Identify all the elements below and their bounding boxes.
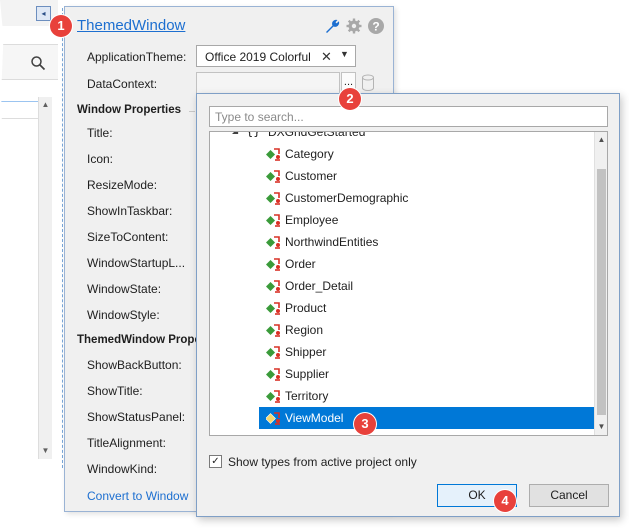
designer-search-area[interactable]	[0, 44, 58, 80]
type-label: ViewModel	[285, 411, 344, 425]
type-tree: ◢ {} DXGridGetStarted Category Customer Cu…	[209, 131, 608, 436]
tree-type-row[interactable]: CustomerDemographic	[259, 187, 595, 209]
tree-type-row[interactable]: Region	[259, 319, 595, 341]
type-label: Shipper	[285, 345, 327, 359]
help-icon[interactable]: ?	[367, 17, 385, 35]
prop-label-show-title: ShowTitle:	[87, 384, 143, 398]
class-icon	[266, 236, 280, 249]
tree-type-row[interactable]: Territory	[259, 385, 595, 407]
database-icon[interactable]	[361, 74, 375, 92]
callout-badge-4: 4	[494, 490, 516, 512]
type-label: Product	[285, 301, 327, 315]
prop-label-icon: Icon:	[87, 152, 114, 166]
type-label: Territory	[285, 389, 329, 403]
section-divider	[189, 111, 195, 112]
class-icon	[266, 192, 280, 205]
tree-type-row[interactable]: Employee	[259, 209, 595, 231]
tree-type-row[interactable]: Order_Detail	[259, 275, 595, 297]
namespace-label: DXGridGetStarted	[268, 131, 366, 139]
prop-label-size-to-content: SizeToContent:	[87, 230, 169, 244]
tree-type-row[interactable]: Shipper	[259, 341, 595, 363]
class-icon	[266, 258, 280, 271]
tree-type-row[interactable]: ViewModel	[259, 407, 595, 429]
tree-namespace-row[interactable]: ◢ {} DXGridGetStarted	[210, 131, 595, 143]
gear-icon[interactable]	[345, 17, 363, 35]
active-project-only-checkbox[interactable]: ✓	[209, 455, 222, 468]
selection-outline	[62, 8, 63, 468]
type-search-input[interactable]	[210, 107, 607, 126]
prop-label-window-startup-location: WindowStartupL...	[87, 256, 186, 270]
section-window-properties: Window Properties	[77, 104, 182, 116]
class-icon	[266, 412, 280, 425]
panel-toolbar: ?	[323, 17, 389, 35]
designer-selection-line	[0, 101, 40, 102]
prop-label-show-status-panel: ShowStatusPanel:	[87, 410, 186, 424]
class-icon	[266, 302, 280, 315]
type-label: Order	[285, 257, 316, 271]
type-label: Customer	[285, 169, 338, 183]
tree-type-row[interactable]: Supplier	[259, 363, 595, 385]
active-project-only-label: Show types from active project only	[228, 455, 417, 469]
prop-label-title-alignment: TitleAlignment:	[87, 436, 166, 450]
namespace-icon: {}	[246, 131, 261, 138]
type-picker-popup: ◢ {} DXGridGetStarted Category Customer Cu…	[196, 93, 620, 517]
cancel-button[interactable]: Cancel	[529, 484, 609, 507]
scroll-up-icon[interactable]: ▲	[39, 99, 52, 111]
tree-type-row[interactable]: NorthwindEntities	[259, 231, 595, 253]
prop-label-window-state: WindowState:	[87, 282, 162, 296]
application-theme-combobox[interactable]: Office 2019 Colorful ✕ ▼	[196, 45, 356, 67]
class-icon	[266, 280, 280, 293]
type-label: Region	[285, 323, 324, 337]
scroll-down-icon[interactable]: ▼	[39, 445, 52, 457]
designer-row-divider	[0, 118, 40, 119]
class-icon	[266, 346, 280, 359]
callout-badge-3: 3	[354, 413, 376, 435]
type-label: NorthwindEntities	[285, 235, 379, 249]
panel-title-link[interactable]: ThemedWindow	[77, 17, 185, 34]
search-icon[interactable]	[30, 55, 46, 71]
type-label: Category	[285, 147, 334, 161]
clear-icon[interactable]: ✕	[321, 49, 332, 65]
callout-badge-2: 2	[339, 88, 361, 110]
chevron-down-icon[interactable]: ▼	[340, 49, 349, 59]
prop-label-resize-mode: ResizeMode:	[87, 178, 158, 192]
class-icon	[266, 214, 280, 227]
class-icon	[266, 390, 280, 403]
expander-collapse-icon[interactable]: ◢	[232, 132, 238, 135]
scroll-thumb[interactable]	[597, 169, 606, 415]
class-icon	[266, 368, 280, 381]
class-icon	[266, 148, 280, 161]
callout-badge-1: 1	[50, 15, 72, 37]
class-icon	[266, 324, 280, 337]
section-themed-window-properties: ThemedWindow Properties	[77, 334, 196, 346]
type-label: Employee	[285, 213, 339, 227]
type-label: Supplier	[285, 367, 330, 381]
wrench-icon[interactable]	[323, 17, 341, 35]
prop-label-show-back-button: ShowBackButton:	[87, 358, 182, 372]
prop-label-application-theme: ApplicationTheme:	[87, 50, 187, 64]
tree-scrollbar[interactable]: ▲ ▼	[594, 132, 607, 435]
prop-label-data-context: DataContext:	[87, 77, 158, 91]
designer-scrollbar[interactable]: ▲ ▼	[38, 97, 52, 459]
prop-label-title: Title:	[87, 126, 113, 140]
tree-type-row[interactable]: Order	[259, 253, 595, 275]
class-icon	[266, 170, 280, 183]
tree-type-row[interactable]: Product	[259, 297, 595, 319]
designer-surface: ▲ ▼	[0, 0, 58, 468]
prop-label-window-style: WindowStyle:	[87, 308, 160, 322]
application-theme-value: Office 2019 Colorful	[205, 50, 311, 64]
smart-tag-glyph-icon[interactable]: ◂	[36, 6, 51, 21]
scroll-up-icon[interactable]: ▲	[595, 133, 607, 147]
type-label: Order_Detail	[285, 279, 354, 293]
data-context-field[interactable]	[196, 72, 340, 94]
convert-to-window-link[interactable]: Convert to Window	[87, 489, 188, 503]
tree-type-row[interactable]: Category	[259, 143, 595, 165]
scroll-down-icon[interactable]: ▼	[595, 420, 607, 434]
type-search-box[interactable]	[209, 106, 608, 127]
prop-label-window-kind: WindowKind:	[87, 462, 158, 476]
svg-text:?: ?	[372, 20, 379, 34]
tree-type-row[interactable]: Customer	[259, 165, 595, 187]
prop-label-show-in-taskbar: ShowInTaskbar:	[87, 204, 173, 218]
type-label: CustomerDemographic	[285, 191, 409, 205]
